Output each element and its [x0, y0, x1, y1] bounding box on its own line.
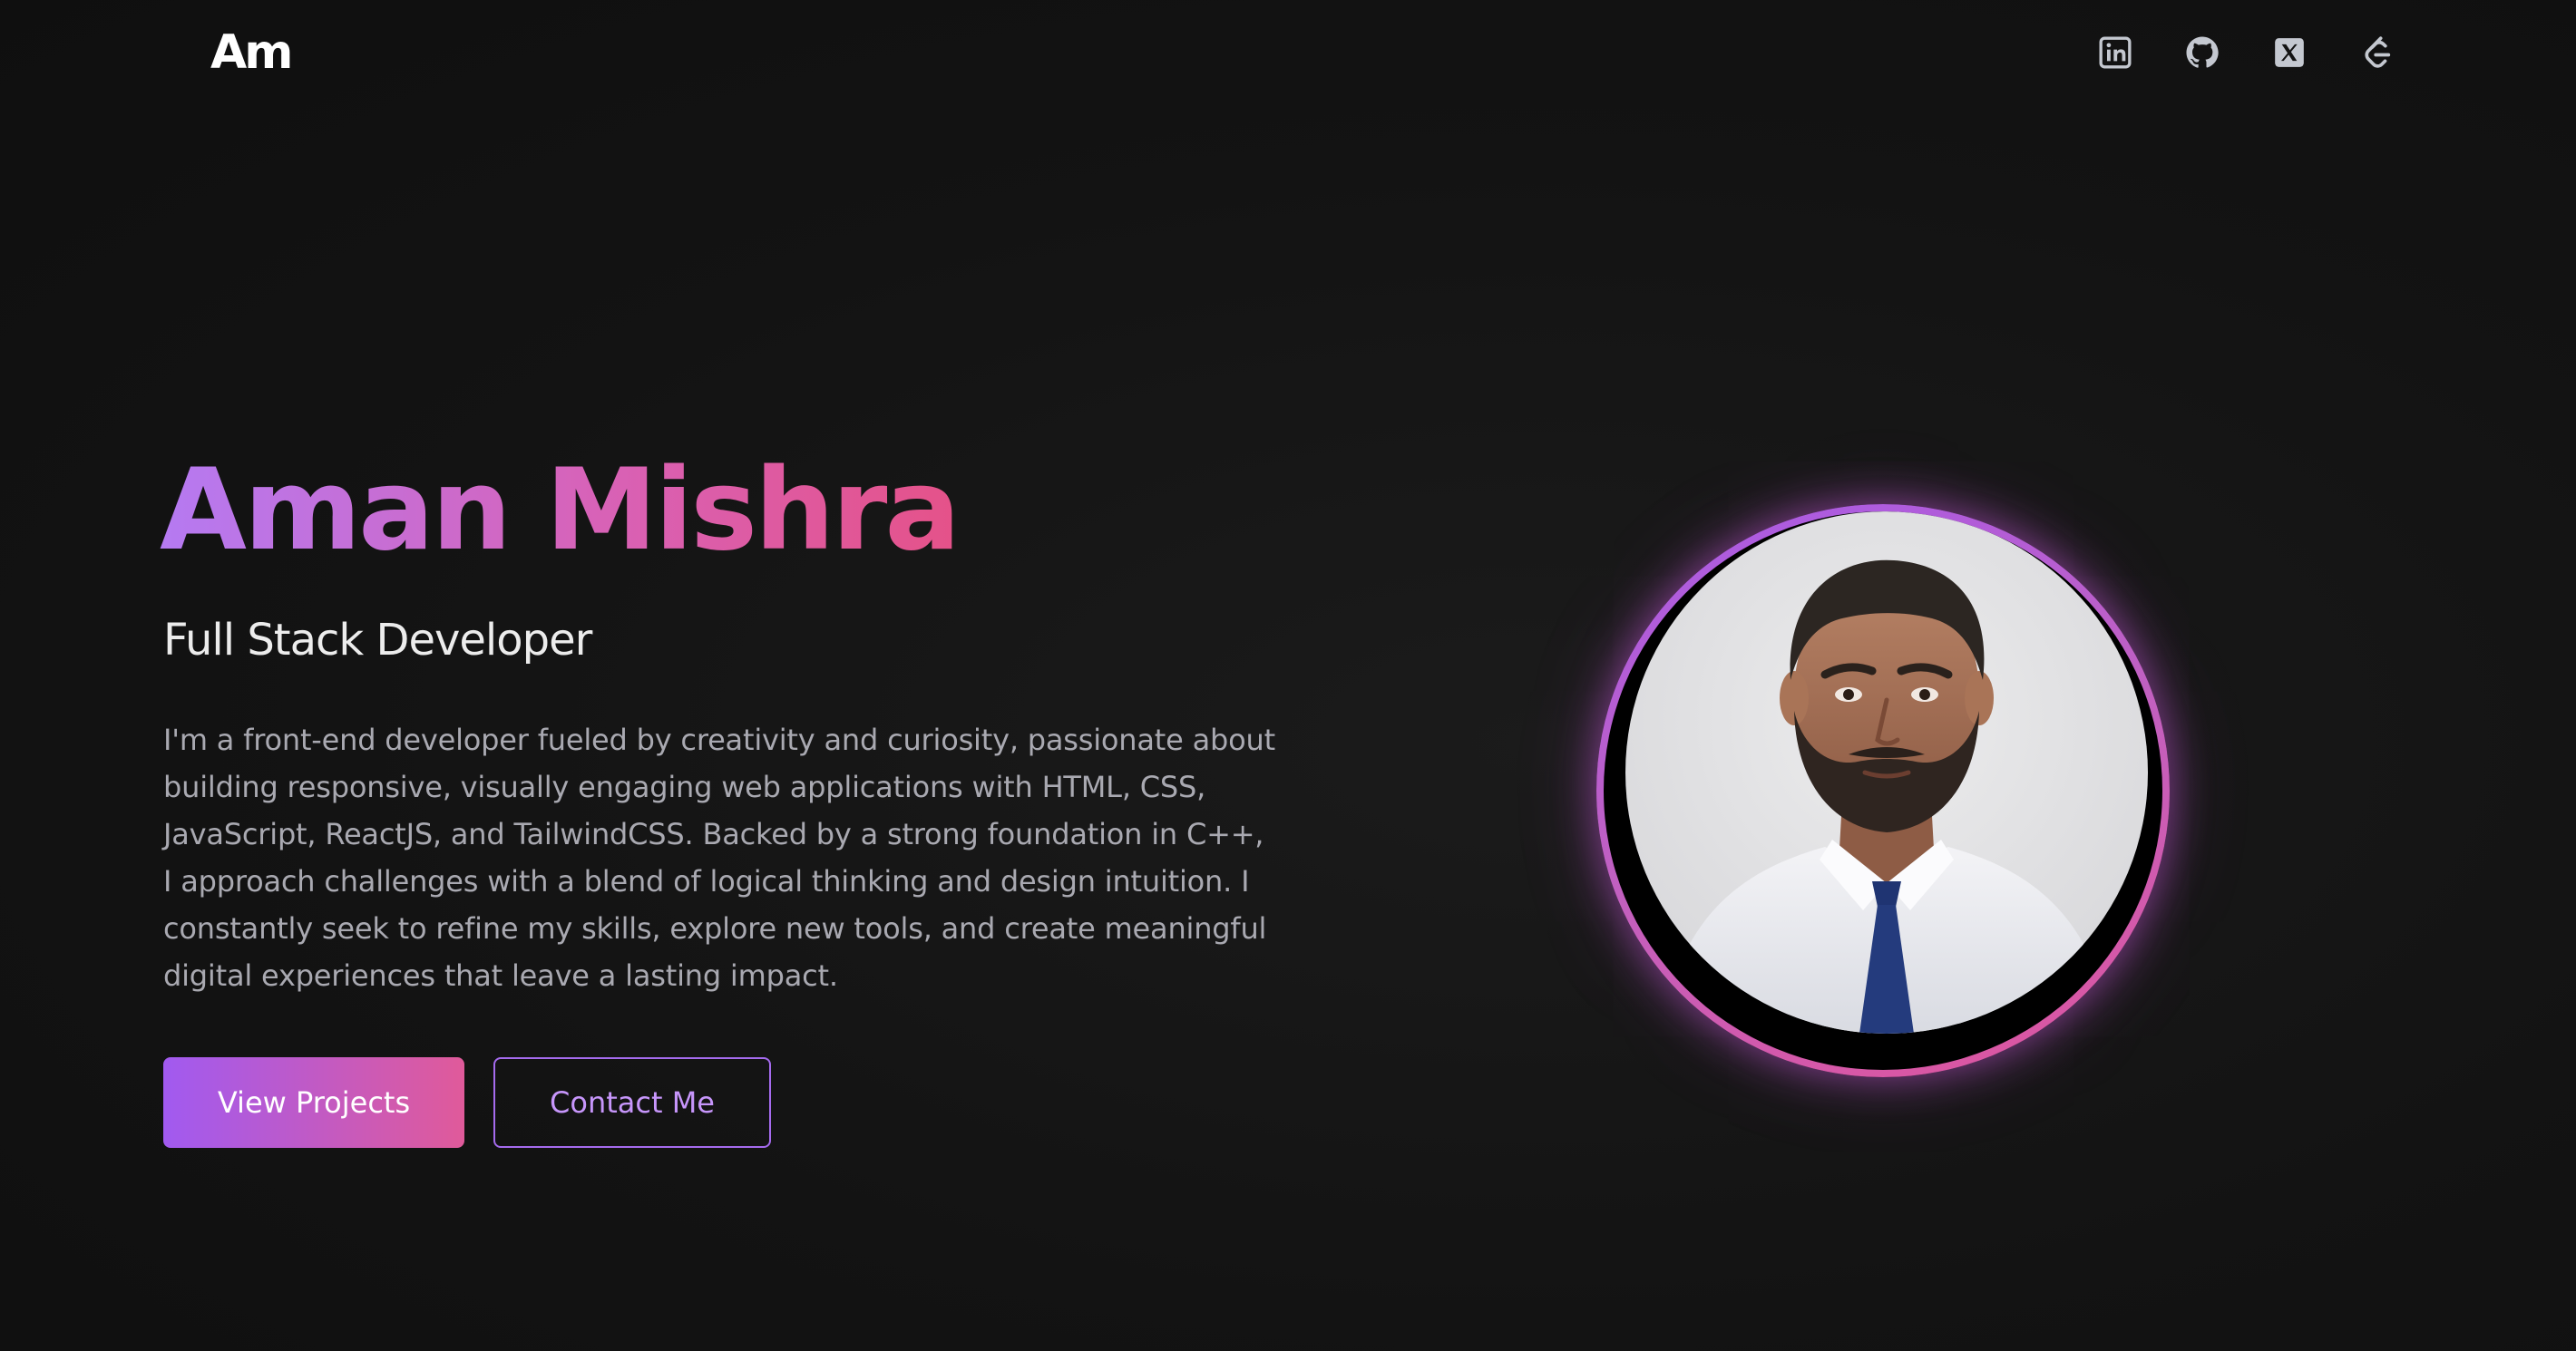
view-projects-button[interactable]: View Projects — [163, 1057, 464, 1148]
profile-photo — [1625, 511, 2148, 1034]
linkedin-icon — [2099, 36, 2132, 69]
x-icon — [2275, 38, 2304, 67]
x-link[interactable] — [2269, 33, 2309, 73]
social-links — [2095, 33, 2396, 73]
github-link[interactable] — [2182, 33, 2222, 73]
profile-photo-backdrop — [1604, 511, 2162, 1070]
hero-bio: I'm a front-end developer fueled by crea… — [163, 723, 1275, 993]
profile-photo-frame — [1596, 504, 2170, 1077]
leetcode-link[interactable] — [2356, 33, 2396, 73]
github-icon — [2186, 36, 2219, 68]
site-logo[interactable]: Am — [210, 25, 293, 80]
linkedin-link[interactable] — [2095, 33, 2135, 73]
hero-name: Aman Mishra — [160, 445, 961, 576]
leetcode-icon — [2365, 36, 2391, 68]
contact-me-button[interactable]: Contact Me — [493, 1057, 771, 1148]
hero-role: Full Stack Developer — [163, 615, 592, 666]
